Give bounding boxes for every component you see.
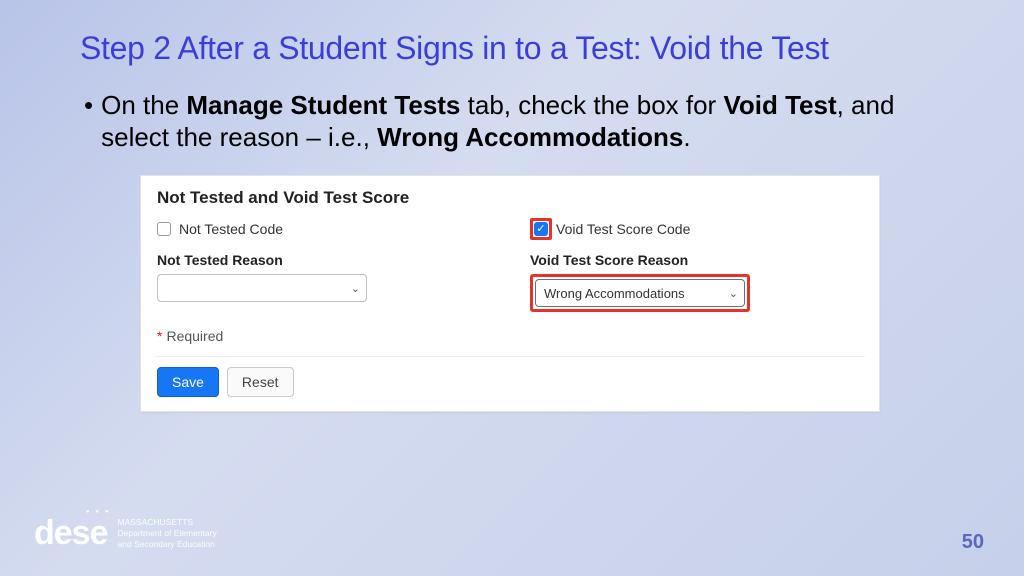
void-reason-label: Void Test Score Reason <box>530 252 863 268</box>
not-tested-checkbox-label: Not Tested Code <box>179 221 283 237</box>
highlight-box: ✓ <box>530 218 552 240</box>
logo-text-mark: dese <box>34 514 108 552</box>
bullet-bold: Wrong Accommodations <box>377 122 683 152</box>
panel-heading: Not Tested and Void Test Score <box>155 182 865 218</box>
button-row: Save Reset <box>155 357 865 399</box>
void-checkbox-label: Void Test Score Code <box>556 221 690 237</box>
panel-grid: Not Tested Code ✓ Void Test Score Code N… <box>155 218 865 320</box>
bullet-text: On the Manage Student Tests tab, check t… <box>101 89 944 153</box>
logo-dots-icon: • • • <box>86 507 110 516</box>
not-tested-reason-select[interactable]: ⌄ <box>157 274 367 302</box>
void-checkbox[interactable]: ✓ <box>534 222 548 236</box>
bullet-seg: tab, check the box for <box>460 90 723 120</box>
page-number: 50 <box>962 531 984 554</box>
bullet-bold: Void Test <box>723 90 836 120</box>
reset-button[interactable]: Reset <box>227 367 294 397</box>
select-value: Wrong Accommodations <box>544 286 685 301</box>
asterisk-icon: * <box>157 328 162 344</box>
save-button[interactable]: Save <box>157 367 219 397</box>
not-tested-reason-field: Not Tested Reason ⌄ <box>157 250 490 312</box>
bullet-seg: On the <box>101 90 186 120</box>
void-reason-field: Void Test Score Reason Wrong Accommodati… <box>530 250 863 312</box>
void-checkbox-row: ✓ Void Test Score Code <box>530 218 863 240</box>
required-note: *Required <box>155 320 865 357</box>
bullet-marker: • <box>84 89 93 121</box>
logo-line: MASSACHUSETTS <box>118 517 217 528</box>
bullet-item: • On the Manage Student Tests tab, check… <box>80 89 944 153</box>
logo-subtext: MASSACHUSETTS Department of Elementary a… <box>118 517 217 550</box>
slide: Step 2 After a Student Signs in to a Tes… <box>0 0 1024 576</box>
logo-mark: dese • • • <box>34 516 108 550</box>
not-tested-checkbox-row: Not Tested Code <box>157 218 490 240</box>
required-text: Required <box>166 328 223 344</box>
void-reason-select[interactable]: Wrong Accommodations ⌄ <box>535 279 745 307</box>
not-tested-checkbox[interactable] <box>157 222 171 236</box>
form-panel: Not Tested and Void Test Score Not Teste… <box>140 175 880 412</box>
check-icon: ✓ <box>536 224 545 235</box>
not-tested-reason-label: Not Tested Reason <box>157 252 490 268</box>
bullet-seg: . <box>683 122 690 152</box>
bullet-bold: Manage Student Tests <box>186 90 460 120</box>
logo-line: and Secondary Education <box>118 539 217 550</box>
chevron-down-icon: ⌄ <box>351 282 360 295</box>
footer-logo: dese • • • MASSACHUSETTS Department of E… <box>34 516 217 550</box>
slide-title: Step 2 After a Student Signs in to a Tes… <box>80 30 944 67</box>
logo-line: Department of Elementary <box>118 528 217 539</box>
chevron-down-icon: ⌄ <box>729 287 738 300</box>
highlight-box: Wrong Accommodations ⌄ <box>530 274 750 312</box>
